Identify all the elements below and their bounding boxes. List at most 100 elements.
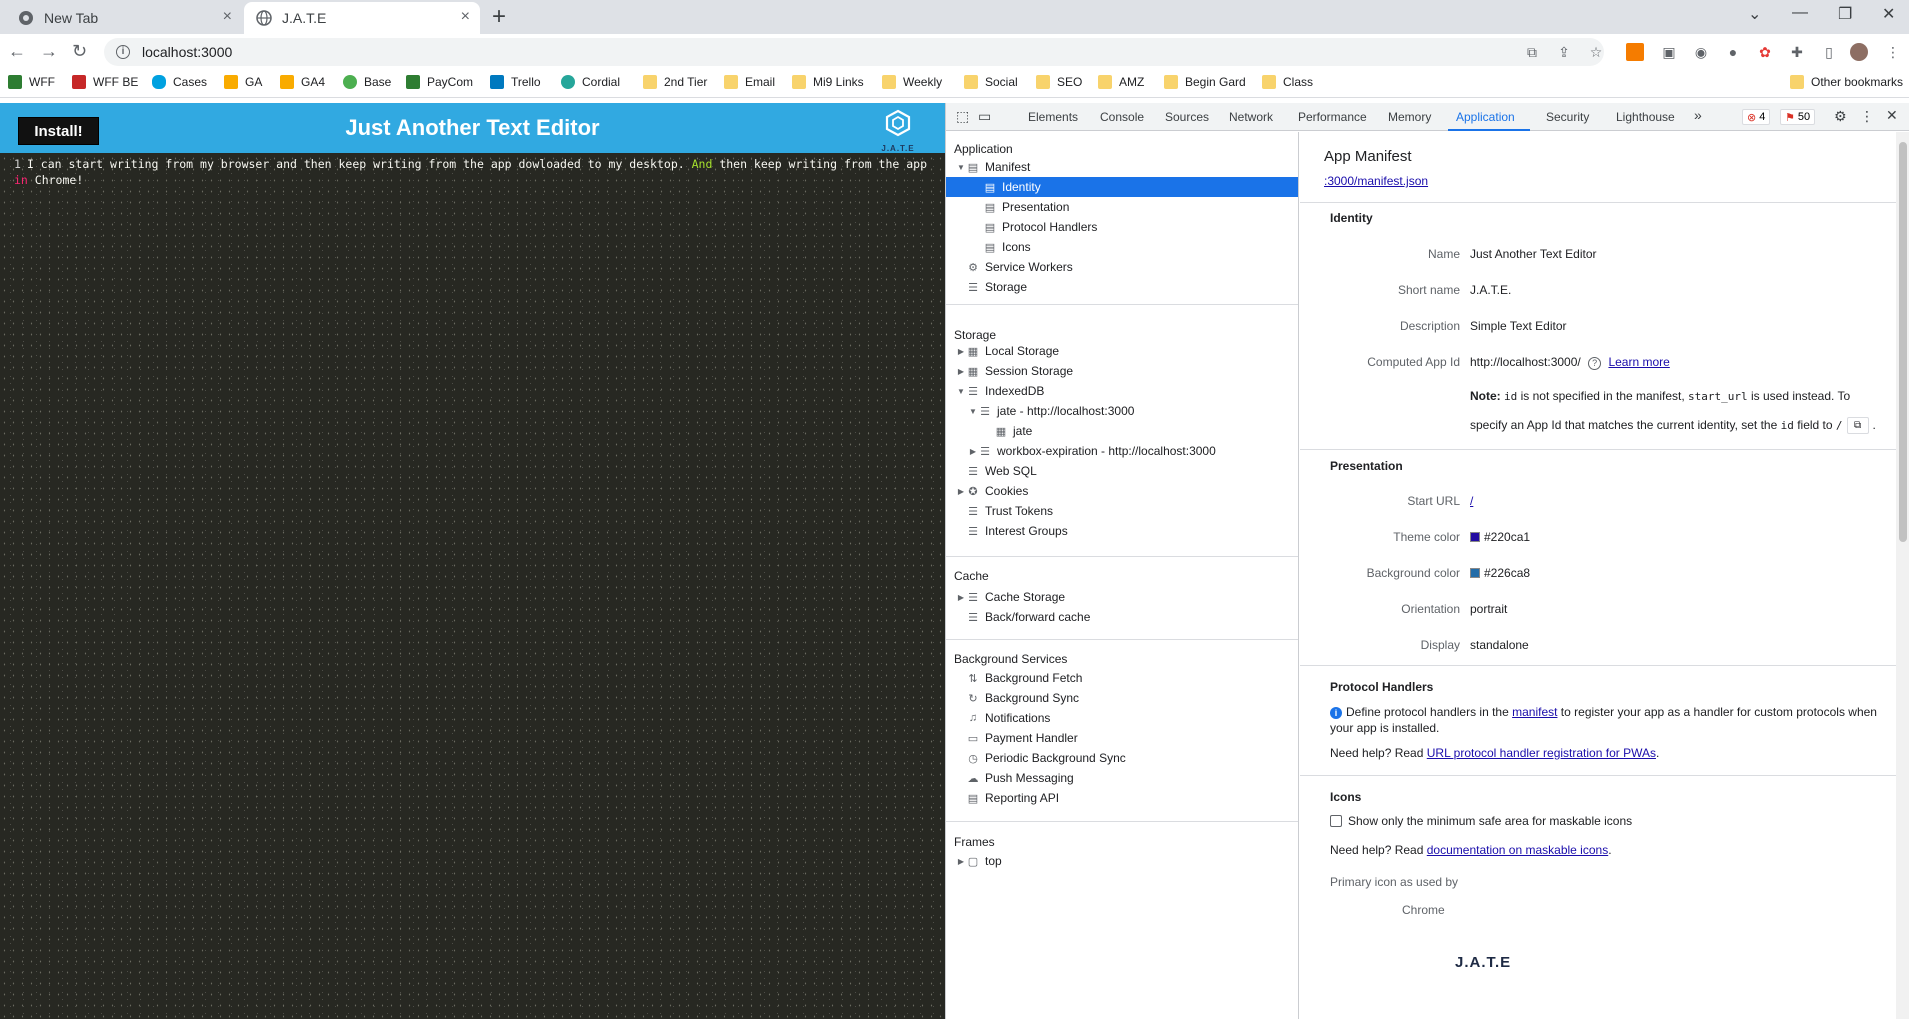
tab-search-icon[interactable]: ⌄ [1748, 4, 1761, 24]
bookmark-trello[interactable]: Trello [490, 75, 541, 89]
bookmark-social[interactable]: Social [964, 75, 1018, 89]
devtools-scrollbar[interactable] [1896, 132, 1909, 1019]
sidebar-item-notifications[interactable]: ♫ Notifications [946, 708, 1298, 728]
extension-icon[interactable]: ● [1724, 43, 1742, 61]
sidebar-item-icons[interactable]: ▤ Icons [946, 237, 1298, 257]
sidebar-item-cache-storage[interactable]: ▶ ☰ Cache Storage [946, 587, 1298, 607]
sidebar-item-protocol-handlers[interactable]: ▤ Protocol Handlers [946, 217, 1298, 237]
bookmark-other[interactable]: Other bookmarks [1790, 75, 1903, 89]
restore-icon[interactable]: ❐ [1838, 4, 1852, 24]
address-bar[interactable]: i localhost:3000 [104, 38, 1604, 66]
new-tab-button[interactable]: + [492, 3, 506, 31]
bookmark-begin-gard[interactable]: Begin Gard [1164, 75, 1246, 89]
tab-new-tab[interactable]: New Tab × [6, 2, 242, 34]
tab-security[interactable]: Security [1546, 110, 1589, 124]
sidebar-item-background-fetch[interactable]: ⇅ Background Fetch [946, 668, 1298, 688]
extension-icon[interactable]: ◉ [1692, 43, 1710, 61]
tab-performance[interactable]: Performance [1298, 110, 1367, 124]
back-icon[interactable]: ← [8, 41, 26, 61]
bookmark-2nd-tier[interactable]: 2nd Tier [643, 75, 707, 89]
sidebar-item-periodic-background-sync[interactable]: ◷ Periodic Background Sync [946, 748, 1298, 768]
tab-memory[interactable]: Memory [1388, 110, 1431, 124]
more-tabs-icon[interactable]: » [1694, 107, 1702, 123]
maskable-checkbox[interactable] [1330, 815, 1342, 827]
close-window-icon[interactable]: ✕ [1882, 4, 1895, 24]
inspect-element-icon[interactable]: ⬚ [956, 108, 969, 125]
open-in-app-icon[interactable]: ⧉ [1523, 43, 1541, 61]
bookmark-weekly[interactable]: Weekly [882, 75, 942, 89]
sidebar-item-cookies[interactable]: ▶ ✪ Cookies [946, 481, 1298, 501]
bookmark-paycom[interactable]: PayCom [406, 75, 473, 89]
bookmark-mi9-links[interactable]: Mi9 Links [792, 75, 864, 89]
tab-console[interactable]: Console [1100, 110, 1144, 124]
menu-kebab-icon[interactable]: ⋮ [1884, 43, 1902, 61]
extensions-puzzle-icon[interactable]: ✚ [1788, 43, 1806, 61]
bookmark-ga4[interactable]: GA4 [280, 75, 325, 89]
share-icon[interactable]: ⇪ [1555, 43, 1573, 61]
extension-icon[interactable]: ▣ [1660, 43, 1678, 61]
sidebar-item-manifest[interactable]: ▼ ▤ Manifest [946, 157, 1298, 177]
sidebar-item-workbox-db[interactable]: ▶ ☰ workbox-expiration - http://localhost:… [946, 441, 1298, 461]
site-info-icon[interactable]: i [116, 45, 130, 59]
manifest-url-link[interactable]: :3000/manifest.json [1324, 174, 1428, 188]
bookmark-class[interactable]: Class [1262, 75, 1313, 89]
code-editor[interactable]: 1 I can start writing from my browser and… [0, 153, 945, 1019]
sidebar-item-push-messaging[interactable]: ☁ Push Messaging [946, 768, 1298, 788]
extension-chart-icon[interactable] [1626, 43, 1644, 61]
sidebar-item-web-sql[interactable]: ☰ Web SQL [946, 461, 1298, 481]
close-devtools-icon[interactable]: ✕ [1886, 107, 1898, 124]
forward-icon[interactable]: → [40, 41, 58, 61]
sidebar-item-local-storage[interactable]: ▶ ▦ Local Storage [946, 341, 1298, 361]
tab-jate[interactable]: J.A.T.E × [244, 2, 480, 34]
bookmark-email[interactable]: Email [724, 75, 775, 89]
help-icon[interactable]: ? [1588, 357, 1602, 370]
copy-icon[interactable]: ⧉ [1846, 417, 1869, 435]
devtools-menu-icon[interactable]: ⋮ [1860, 108, 1874, 125]
sidebar-item-background-sync[interactable]: ↻ Background Sync [946, 688, 1298, 708]
sidebar-item-service-workers[interactable]: ⚙ Service Workers [946, 257, 1298, 277]
manifest-link[interactable]: manifest [1512, 705, 1557, 719]
bookmark-amz[interactable]: AMZ [1098, 75, 1144, 89]
avatar[interactable] [1850, 43, 1868, 61]
bookmark-wff[interactable]: WFF [8, 75, 55, 89]
bookmark-cases[interactable]: Cases [152, 75, 207, 89]
sidebar-item-frame-top[interactable]: ▶ ▢ top [946, 851, 1298, 871]
bookmark-wff-be[interactable]: WFF BE [72, 75, 138, 89]
tab-lighthouse[interactable]: Lighthouse [1616, 110, 1675, 124]
side-panel-icon[interactable]: ▯ [1820, 43, 1838, 61]
device-toolbar-icon[interactable]: ▭ [978, 108, 991, 125]
sidebar-item-payment-handler[interactable]: ▭ Payment Handler [946, 728, 1298, 748]
tab-sources[interactable]: Sources [1165, 110, 1209, 124]
tab-application[interactable]: Application [1456, 110, 1515, 124]
sidebar-item-jate-db[interactable]: ▼ ☰ jate - http://localhost:3000 [946, 401, 1298, 421]
bookmark-seo[interactable]: SEO [1036, 75, 1082, 89]
sidebar-item-identity[interactable]: ▤ Identity [946, 177, 1298, 197]
close-tab-icon[interactable]: × [461, 9, 470, 25]
scrollbar-thumb[interactable] [1899, 142, 1907, 542]
sidebar-item-reporting-api[interactable]: ▤ Reporting API [946, 788, 1298, 808]
close-tab-icon[interactable]: × [223, 9, 232, 25]
maskable-docs-link[interactable]: documentation on maskable icons [1427, 843, 1608, 857]
sidebar-item-interest-groups[interactable]: ☰ Interest Groups [946, 521, 1298, 541]
warnings-badge[interactable]: ⚑ 50 [1780, 109, 1816, 125]
settings-gear-icon[interactable]: ⚙ [1834, 108, 1847, 125]
protocol-handler-docs-link[interactable]: URL protocol handler registration for PW… [1427, 746, 1656, 760]
sidebar-item-back-forward-cache[interactable]: ☰ Back/forward cache [946, 607, 1298, 627]
bookmark-star-icon[interactable]: ☆ [1587, 43, 1605, 61]
sidebar-item-storage[interactable]: ☰ Storage [946, 277, 1298, 297]
sidebar-item-trust-tokens[interactable]: ☰ Trust Tokens [946, 501, 1298, 521]
sidebar-item-indexeddb[interactable]: ▼ ☰ IndexedDB [946, 381, 1298, 401]
tab-elements[interactable]: Elements [1028, 110, 1078, 124]
bookmark-cordial[interactable]: Cordial [561, 75, 620, 89]
minimize-icon[interactable]: — [1792, 4, 1808, 22]
learn-more-link[interactable]: Learn more [1608, 355, 1669, 369]
reload-icon[interactable]: ↻ [72, 41, 87, 61]
bookmark-ga[interactable]: GA [224, 75, 262, 89]
sidebar-item-session-storage[interactable]: ▶ ▦ Session Storage [946, 361, 1298, 381]
tab-network[interactable]: Network [1229, 110, 1273, 124]
errors-badge[interactable]: ⊗ 4 [1742, 109, 1771, 125]
sidebar-item-jate-store[interactable]: ▦ jate [946, 421, 1298, 441]
extension-icon[interactable]: ✿ [1756, 43, 1774, 61]
sidebar-item-presentation[interactable]: ▤ Presentation [946, 197, 1298, 217]
start-url-link[interactable]: / [1470, 494, 1473, 508]
